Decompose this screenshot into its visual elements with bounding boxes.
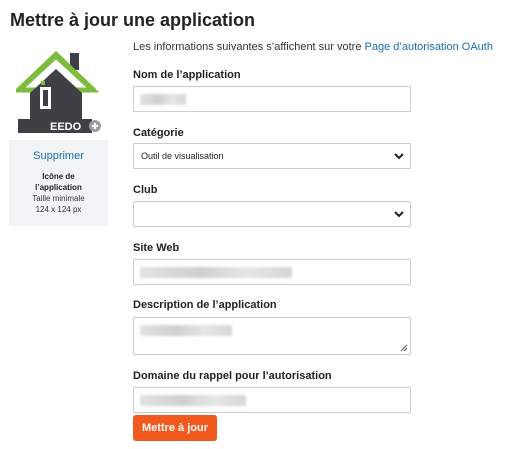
website-input[interactable] [133, 259, 411, 285]
icon-label-line-1: Icône de [42, 172, 75, 181]
website-label: Site Web [133, 242, 180, 254]
club-select[interactable] [133, 201, 411, 227]
update-button[interactable]: Mettre à jour [133, 415, 217, 441]
icon-size-hint-1: Taille minimale [32, 194, 85, 203]
category-label: Catégorie [133, 127, 184, 139]
oauth-page-link[interactable]: Page d’autorisation OAuth [365, 41, 493, 53]
resize-handle-icon[interactable] [400, 344, 408, 352]
description-textarea[interactable] [133, 317, 411, 355]
name-label: Nom de l’application [133, 69, 241, 81]
icon-size-hint-2: 124 x 124 px [35, 205, 82, 214]
redacted-description [140, 325, 232, 336]
club-label: Club [133, 184, 158, 196]
intro-sentence: Les informations suivantes s’affichent s… [133, 41, 365, 53]
redacted-name [140, 94, 186, 105]
description-label: Description de l’application [133, 299, 277, 311]
logo-text: EEDO [50, 121, 82, 133]
app-name-input[interactable] [133, 86, 411, 112]
app-icon-panel: EEDO Supprimer Icône de l’application Ta… [9, 38, 108, 226]
page-title: Mettre à jour une application [10, 10, 256, 30]
jeedom-logo: EEDO [16, 51, 101, 133]
delete-icon-button[interactable]: Supprimer [9, 150, 108, 162]
chevron-down-icon [394, 211, 404, 218]
category-select[interactable]: Outil de visualisation [133, 143, 411, 169]
app-icon-image: EEDO [9, 38, 108, 140]
icon-info-box: Supprimer Icône de l’application Taille … [9, 140, 108, 226]
icon-label-line-2: l’application [35, 183, 82, 192]
intro-text: Les informations suivantes s’affichent s… [133, 40, 493, 54]
callback-domain-input[interactable] [133, 387, 411, 413]
callback-label: Domaine du rappel pour l’autorisation [133, 370, 332, 382]
chevron-down-icon [394, 153, 404, 160]
redacted-callback [140, 395, 246, 406]
category-selected-value: Outil de visualisation [141, 151, 224, 161]
redacted-website [140, 267, 292, 278]
